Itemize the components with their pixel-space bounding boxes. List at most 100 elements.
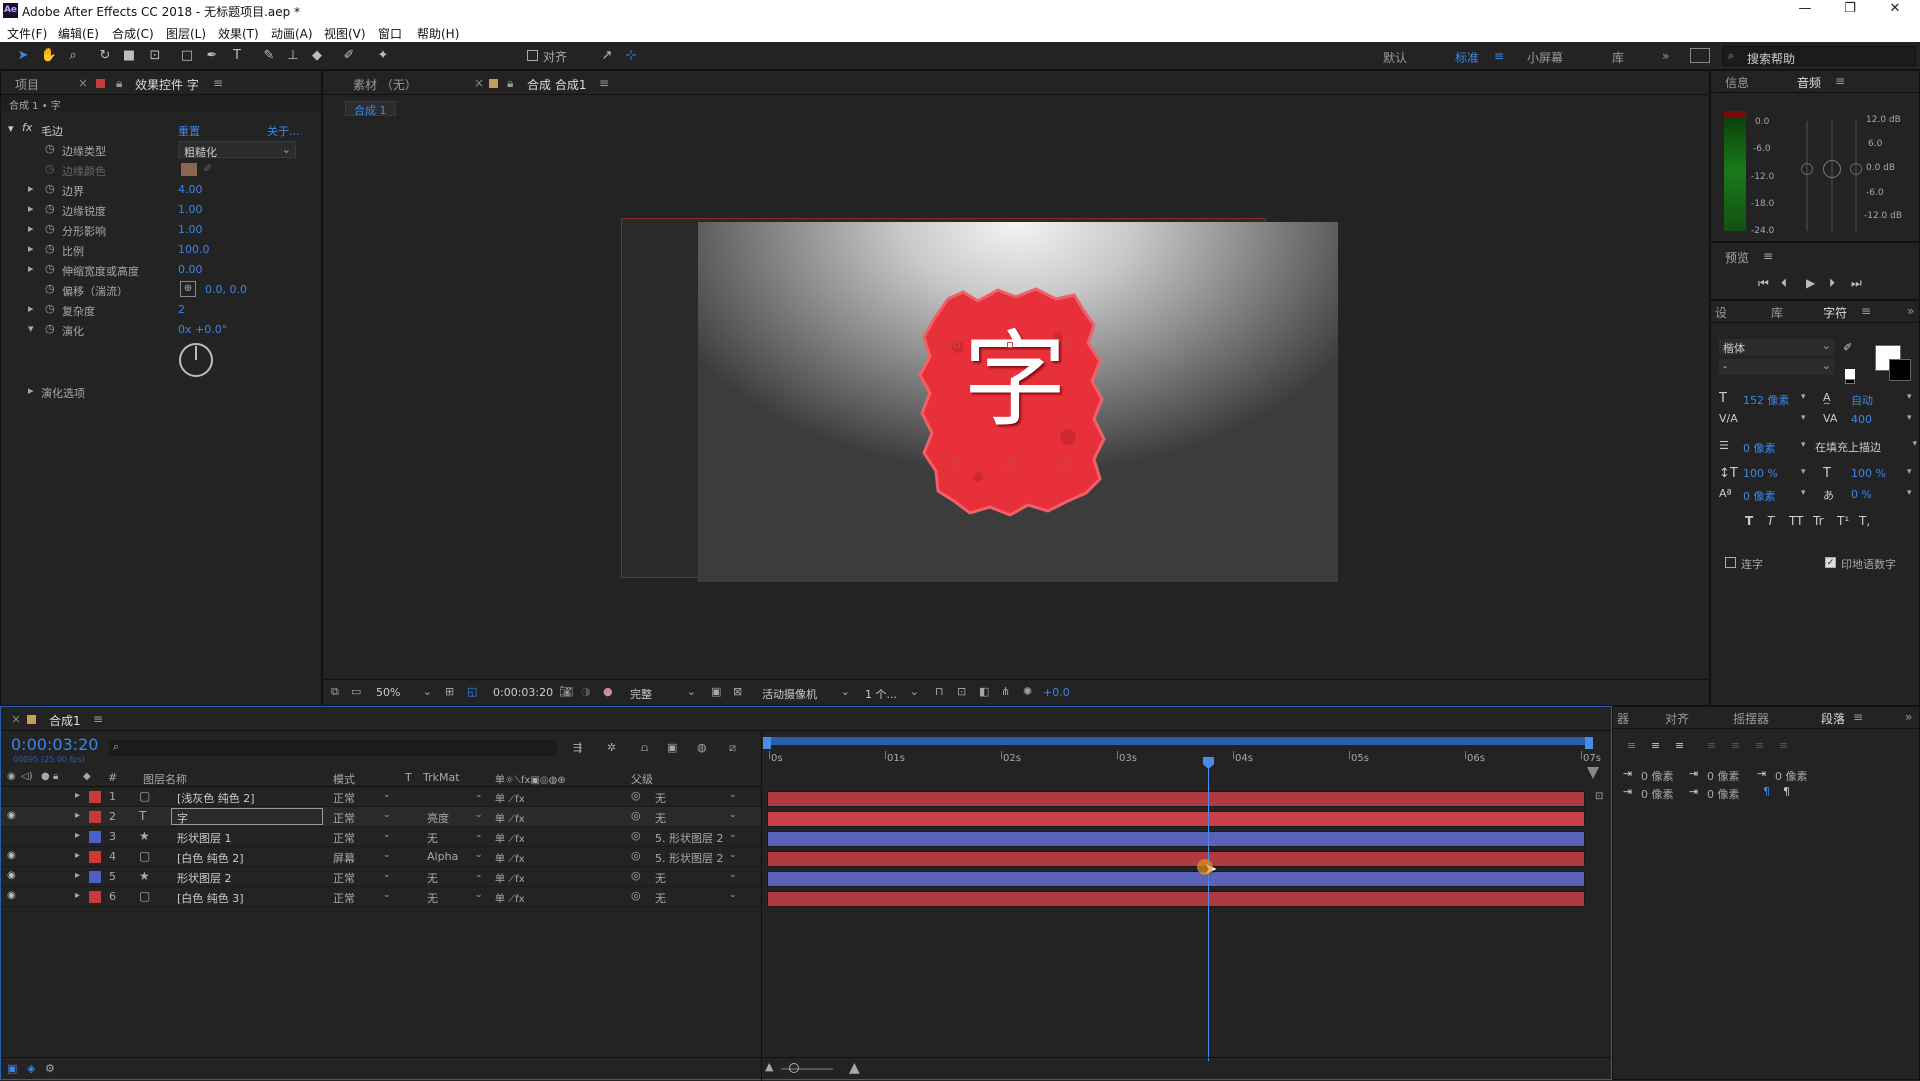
stopwatch-icon[interactable]: ◷ (45, 182, 55, 195)
pen-tool-icon[interactable]: ✒ (203, 47, 221, 65)
graph-editor-icon[interactable]: ⧄ (729, 741, 736, 755)
tab-wiggler[interactable]: 摇摆器 (1733, 710, 1769, 727)
stopwatch-icon[interactable]: ◷ (45, 322, 55, 335)
maximize-button[interactable]: ❐ (1830, 1, 1870, 21)
frame-blending-icon[interactable]: ▣ (667, 741, 677, 754)
snap-icon[interactable]: ↗ (598, 47, 616, 65)
expand-arrow-icon[interactable]: ▸ (75, 870, 80, 881)
layer-trkmat[interactable]: 无 (427, 890, 438, 906)
eraser-tool-icon[interactable]: ◆ (308, 47, 326, 65)
expand-arrow-icon[interactable]: ▸ (75, 850, 80, 861)
handle[interactable] (1063, 462, 1069, 468)
comp-button-icon[interactable]: ⊡ (1595, 791, 1603, 802)
layer-row[interactable]: ◉ ▸ 3 ★ 形状图层 1 正常 ⌄ 无 ⌄ 单 ⟋fx ◎ 5. 形状图层 2 ⌄ (1, 827, 761, 847)
pick-whip-icon[interactable]: ◎ (631, 789, 641, 802)
lock-icon[interactable]: 🔒︎ (116, 76, 122, 91)
black-swatch[interactable] (1845, 379, 1855, 384)
layer-duration-bar[interactable] (767, 811, 1585, 827)
chevron-down-icon[interactable]: ▾ (1801, 467, 1806, 477)
timeline-icon[interactable]: ◧ (979, 685, 989, 698)
zoom-tool-icon[interactable]: ⌕ (64, 47, 82, 65)
label-color-swatch[interactable] (89, 811, 101, 823)
layer-switches[interactable]: 单 ⟋fx (495, 850, 525, 865)
search-help-field[interactable]: ⌕ 搜索帮助 (1722, 46, 1916, 66)
white-swatch[interactable] (1845, 369, 1855, 379)
fractal-influence-value[interactable]: 1.00 (178, 223, 203, 236)
tab-character[interactable]: 字符 (1823, 304, 1847, 321)
type-tool-icon[interactable]: T (228, 47, 246, 65)
zoom-dropdown[interactable]: 50% ⌄ (374, 684, 436, 701)
monitor-icon[interactable]: ▭ (351, 685, 361, 698)
tab-composition[interactable]: 合成 合成1 (527, 76, 586, 93)
flowchart-icon[interactable]: ⋔ (1001, 685, 1010, 698)
chevron-down-icon[interactable]: ▾ (1801, 413, 1806, 423)
work-area-end[interactable] (1585, 737, 1593, 749)
layer-trkmat[interactable]: 亮度 (427, 810, 449, 826)
workspace-libraries[interactable]: 库 (1612, 49, 1624, 66)
chevron-down-icon[interactable]: ▾ (1907, 413, 1912, 423)
layer-switches[interactable]: 单 ⟋fx (495, 890, 525, 905)
chevron-down-icon[interactable]: ▾ (1907, 467, 1912, 477)
always-preview-icon[interactable]: ⧉ (331, 685, 339, 699)
small-caps-button[interactable]: Tr (1813, 514, 1824, 528)
minimize-button[interactable]: — (1785, 1, 1825, 21)
expand-arrow-icon[interactable]: ▸ (75, 810, 80, 821)
more-icon[interactable]: » (1905, 710, 1912, 724)
layer-row[interactable]: ◉ ▸ 6 ▢ [白色 纯色 3] 正常 ⌄ 无 ⌄ 单 ⟋fx ◎ 无 ⌄ (1, 887, 761, 907)
pick-whip-icon[interactable]: ◎ (631, 829, 641, 842)
layer-row[interactable]: ◉ ▸ 1 ▢ [浅灰色 纯色 2] 正常 ⌄ ⌄ 单 ⟋fx ◎ 无 ⌄ (1, 787, 761, 807)
eye-icon[interactable]: ◉ (7, 890, 16, 901)
resolution-dropdown[interactable]: 完整 ⌄ (628, 684, 700, 701)
expand-arrow-icon[interactable]: ▸ (28, 222, 34, 235)
expand-arrow-icon[interactable]: ▸ (28, 242, 34, 255)
tab-paragraph[interactable]: 段落 (1821, 710, 1845, 727)
selection-tool-icon[interactable]: ➤ (14, 47, 32, 65)
zoom-in-icon[interactable]: ▲ (849, 1060, 860, 1076)
work-area-start[interactable] (763, 737, 771, 749)
chevron-down-icon[interactable]: ▾ (1907, 488, 1912, 498)
stroke-mode-dropdown[interactable]: 在填充上描边 ▾ (1813, 437, 1917, 454)
tab-tracker[interactable]: 器 (1617, 710, 1629, 727)
font-size-value[interactable]: 152 像素 (1743, 392, 1790, 408)
stopwatch-icon[interactable]: ◷ (45, 142, 55, 155)
clone-stamp-tool-icon[interactable]: ⊥ (284, 47, 302, 65)
roto-brush-tool-icon[interactable]: ✐ (340, 47, 358, 65)
fx-icon[interactable]: fx (22, 121, 32, 134)
comp-canvas[interactable]: 字 (698, 222, 1338, 582)
pick-whip-icon[interactable]: ◎ (631, 809, 641, 822)
menu-layer[interactable]: 图层(L) (166, 25, 206, 42)
layer-trkmat[interactable]: 无 (427, 830, 438, 846)
rtl-direction-icon[interactable]: ¶ (1783, 785, 1790, 798)
toggle-pixel-icon[interactable]: ⊓ (935, 685, 944, 698)
layer-row[interactable]: ◉ ▸ 4 ▢ [白色 纯色 2] 屏幕 ⌄ Alpha ⌄ 单 ⟋fx ◎ 5. 形状图层 2 ⌄ (1, 847, 761, 867)
tab-audio[interactable]: 音频 (1797, 74, 1821, 91)
tab-settings[interactable]: 设 (1715, 304, 1727, 321)
close-tab-icon[interactable]: × (78, 76, 88, 90)
stopwatch-icon[interactable]: ◷ (45, 242, 55, 255)
expand-arrow-icon[interactable]: ▸ (28, 302, 34, 315)
comp-mini-flowchart-icon[interactable]: ⇶ (573, 741, 582, 754)
tab-preview[interactable]: 预览 (1725, 249, 1749, 266)
tab-composition-timeline[interactable]: 合成1 (49, 712, 81, 729)
layer-parent[interactable]: 5. 形状图层 2 (655, 830, 724, 846)
panel-menu-icon[interactable]: ≡ (1853, 710, 1863, 724)
layer-duration-bar[interactable] (767, 871, 1585, 887)
fit-icon[interactable]: ⊞ (445, 685, 454, 698)
evolution-value[interactable]: 0x +0.0° (178, 323, 227, 336)
motion-blur-icon[interactable]: ◍ (697, 741, 707, 754)
chevron-down-icon[interactable]: ▾ (1801, 488, 1806, 498)
about-link[interactable]: 关于... (267, 123, 300, 139)
timeline-timecode[interactable]: 0:00:03:20 (11, 735, 98, 754)
label-color-swatch[interactable] (89, 871, 101, 883)
panel-menu-icon[interactable]: ≡ (213, 76, 223, 90)
tracking-value[interactable]: 400 (1851, 413, 1872, 426)
prev-frame-icon[interactable]: ⏴ (1781, 276, 1787, 291)
viewer-timecode[interactable]: 0:00:03:20 (493, 686, 553, 699)
layer-duration-bar[interactable] (767, 851, 1585, 867)
snap-options-icon[interactable]: ⊹ (622, 47, 640, 65)
layer-parent[interactable]: 无 (655, 870, 666, 886)
tab-info[interactable]: 信息 (1725, 74, 1749, 91)
align-checkbox[interactable] (527, 50, 538, 61)
evolution-dial[interactable] (179, 343, 213, 377)
crosshair-icon[interactable]: ⊕ (180, 281, 196, 297)
